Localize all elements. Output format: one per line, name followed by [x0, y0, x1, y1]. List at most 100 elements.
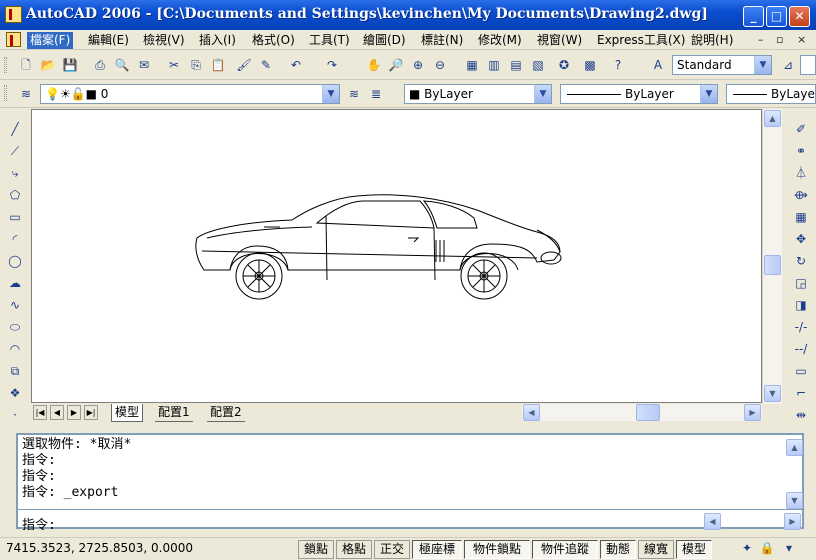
- menu-help[interactable]: 說明(H): [688, 32, 736, 49]
- chevron-down-icon[interactable]: ▼: [322, 85, 339, 103]
- copy-object-icon[interactable]: ⚭: [791, 141, 811, 161]
- cut-icon[interactable]: ✂: [164, 55, 184, 75]
- osnap-toggle[interactable]: 物件鎖點: [464, 540, 530, 559]
- tab-layout1[interactable]: 配置1: [155, 404, 193, 422]
- tool-palettes-icon[interactable]: ▤: [506, 55, 526, 75]
- plot-icon[interactable]: ⎙: [90, 55, 110, 75]
- spline-icon[interactable]: ∿: [5, 295, 25, 315]
- break-icon[interactable]: ▭: [791, 361, 811, 381]
- communication-center-icon[interactable]: ✦: [738, 539, 756, 557]
- menu-modify[interactable]: 修改(M): [475, 32, 525, 49]
- rotate-icon[interactable]: ↻: [791, 251, 811, 271]
- text-style-select[interactable]: Standard ▼: [672, 55, 772, 75]
- doc-restore-button[interactable]: ▫: [776, 33, 783, 46]
- menu-edit[interactable]: 編輯(E): [85, 32, 132, 49]
- mirror-icon[interactable]: ⏃: [791, 163, 811, 183]
- toolbar-grip[interactable]: [4, 85, 7, 101]
- block-editor-icon[interactable]: ✎: [256, 55, 276, 75]
- scroll-down-icon[interactable]: ▼: [764, 385, 781, 402]
- markup-icon[interactable]: ✪: [554, 55, 574, 75]
- scroll-up-icon[interactable]: ▲: [786, 439, 803, 456]
- snap-toggle[interactable]: 鎖點: [298, 540, 334, 559]
- doc-close-button[interactable]: ×: [797, 33, 806, 46]
- stretch-icon[interactable]: ◨: [791, 295, 811, 315]
- scroll-up-icon[interactable]: ▲: [764, 110, 781, 127]
- insert-block-icon[interactable]: ⧉: [5, 361, 25, 381]
- lineweight-select[interactable]: ByLayer: [726, 84, 816, 104]
- zoom-previous-icon[interactable]: ⊖: [430, 55, 450, 75]
- calculator-icon[interactable]: ▩: [580, 55, 600, 75]
- command-input[interactable]: 指令:: [22, 514, 56, 533]
- scroll-down-icon[interactable]: ▼: [786, 492, 803, 509]
- next-tab-icon[interactable]: ▶: [67, 405, 81, 420]
- menu-format[interactable]: 格式(O): [249, 32, 298, 49]
- scroll-left-icon[interactable]: ◀: [523, 404, 540, 421]
- tab-layout2[interactable]: 配置2: [207, 404, 245, 422]
- help-icon[interactable]: ?: [608, 55, 628, 75]
- offset-icon[interactable]: ⟴: [791, 185, 811, 205]
- menu-window[interactable]: 視窗(W): [534, 32, 585, 49]
- close-button[interactable]: ✕: [789, 6, 810, 27]
- extend-icon[interactable]: --/: [791, 339, 811, 359]
- make-object-layer-current-icon[interactable]: ≋: [344, 84, 364, 104]
- match-properties-icon[interactable]: 🖌: [234, 55, 254, 75]
- scroll-left-icon[interactable]: ◀: [704, 513, 721, 530]
- vertical-scrollbar[interactable]: ▲ ▼: [762, 109, 782, 404]
- zoom-realtime-icon[interactable]: 🔎: [386, 55, 406, 75]
- polyline-icon[interactable]: ⤷: [5, 163, 25, 183]
- paste-icon[interactable]: 📋: [208, 55, 228, 75]
- layer-manager-icon[interactable]: ≋: [16, 84, 36, 104]
- menu-draw[interactable]: 繪圖(D): [360, 32, 409, 49]
- arc-icon[interactable]: ◜: [5, 229, 25, 249]
- menu-tools[interactable]: 工具(T): [306, 32, 353, 49]
- lock-icon[interactable]: 🔒: [758, 539, 776, 557]
- menu-insert[interactable]: 插入(I): [196, 32, 239, 49]
- copy-icon[interactable]: ⎘: [186, 55, 206, 75]
- erase-icon[interactable]: ✐: [791, 119, 811, 139]
- lineweight-toggle[interactable]: 線寬: [638, 540, 674, 559]
- line-icon[interactable]: ╱: [5, 119, 25, 139]
- polygon-icon[interactable]: ⬠: [5, 185, 25, 205]
- previous-tab-icon[interactable]: ◀: [50, 405, 64, 420]
- scroll-right-icon[interactable]: ▶: [744, 404, 761, 421]
- horizontal-scroll-thumb[interactable]: [636, 404, 660, 421]
- maximize-button[interactable]: □: [766, 6, 787, 27]
- rectangle-icon[interactable]: ▭: [5, 207, 25, 227]
- publish-icon[interactable]: ✉: [134, 55, 154, 75]
- menu-express-tools[interactable]: Express工具(X): [594, 32, 688, 49]
- doc-minimize-button[interactable]: –: [758, 33, 764, 46]
- coordinates-readout[interactable]: 7415.3523, 2725.8503, 0.0000: [6, 541, 193, 555]
- document-icon[interactable]: [6, 32, 21, 47]
- zoom-window-icon[interactable]: ⊕: [408, 55, 428, 75]
- undo-icon[interactable]: ↶: [286, 55, 306, 75]
- title-bar[interactable]: AutoCAD 2006 - [C:\Documents and Setting…: [0, 0, 816, 30]
- chamfer-icon[interactable]: ⌐: [791, 383, 811, 403]
- polar-toggle[interactable]: 極座標: [412, 540, 462, 559]
- menu-dimension[interactable]: 標註(N): [418, 32, 466, 49]
- minimize-button[interactable]: _: [743, 6, 764, 27]
- trim-icon[interactable]: -/-: [791, 317, 811, 337]
- layer-select[interactable]: 💡☀🔓■ 0 ▼: [40, 84, 340, 104]
- menu-file[interactable]: 檔案(F): [27, 32, 74, 49]
- color-select[interactable]: ■ ByLayer ▼: [404, 84, 552, 104]
- first-tab-icon[interactable]: |◀: [33, 405, 47, 420]
- point-icon[interactable]: ·: [5, 405, 25, 425]
- ellipse-arc-icon[interactable]: ◠: [5, 339, 25, 359]
- tab-model[interactable]: 模型: [111, 404, 144, 422]
- otrack-toggle[interactable]: 物件追蹤: [532, 540, 598, 559]
- dimension-style-select[interactable]: [800, 55, 816, 75]
- chevron-down-icon[interactable]: ▼: [754, 56, 771, 74]
- chevron-down-icon[interactable]: ▼: [700, 85, 717, 103]
- text-style-icon[interactable]: A: [648, 55, 668, 75]
- pan-icon[interactable]: ✋: [364, 55, 384, 75]
- toolbar-grip[interactable]: [4, 57, 7, 73]
- scale-icon[interactable]: ◲: [791, 273, 811, 293]
- construction-line-icon[interactable]: ⟋: [5, 141, 25, 161]
- move-icon[interactable]: ✥: [791, 229, 811, 249]
- chevron-down-icon[interactable]: ▼: [534, 85, 551, 103]
- redo-icon[interactable]: ↷: [322, 55, 342, 75]
- open-icon[interactable]: 📂: [38, 55, 58, 75]
- grid-toggle[interactable]: 格點: [336, 540, 372, 559]
- make-block-icon[interactable]: ❖: [5, 383, 25, 403]
- drawing-canvas[interactable]: [31, 109, 762, 403]
